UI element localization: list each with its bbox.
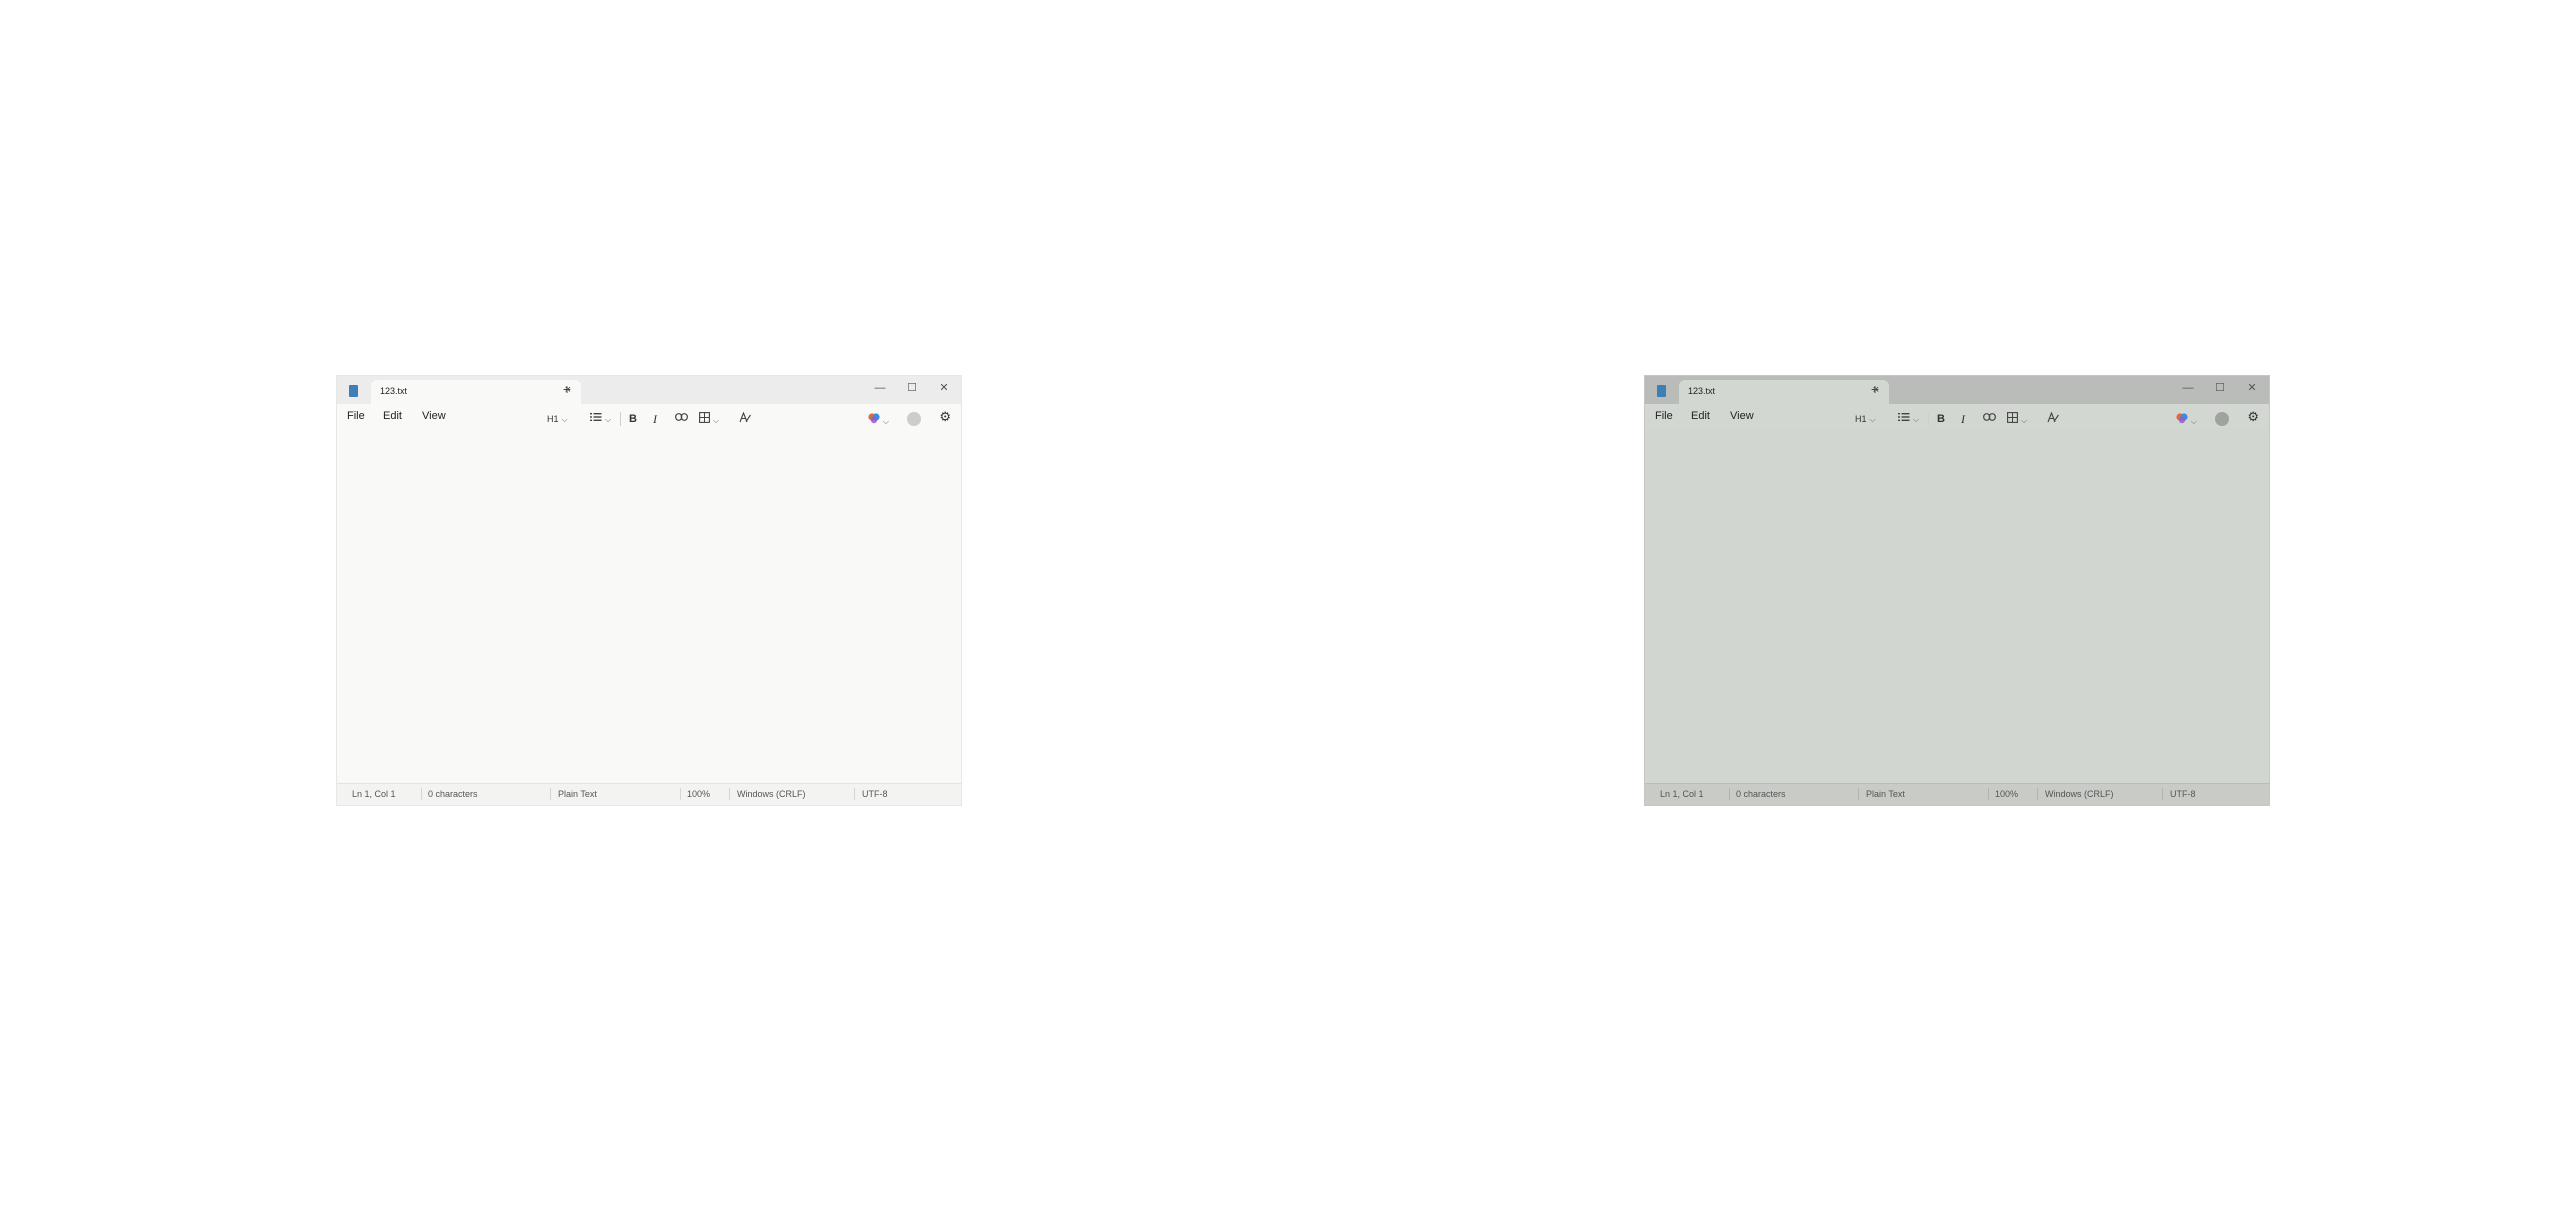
clear-formatting-icon [739, 411, 751, 423]
copilot-icon [868, 413, 880, 424]
menu-view[interactable]: View [1730, 410, 1754, 422]
status-divider [421, 788, 422, 800]
menu-file[interactable]: File [347, 410, 365, 422]
list-dropdown[interactable]: ⌵ [590, 412, 611, 426]
status-divider [854, 788, 855, 800]
status-divider [680, 788, 681, 800]
chevron-down-icon: ⌵ [605, 415, 612, 424]
minimize-button[interactable]: — [867, 379, 893, 397]
status-file-type: Plain Text [1866, 789, 1905, 799]
status-character-count: 0 characters [428, 789, 478, 799]
link-icon [1983, 413, 1996, 421]
menu-file[interactable]: File [1655, 410, 1673, 422]
new-tab-button[interactable]: + [1867, 381, 1883, 397]
heading-label: H1 [1855, 414, 1867, 424]
table-icon [699, 412, 710, 423]
status-cursor-position: Ln 1, Col 1 [352, 789, 396, 799]
chevron-down-icon: ⌵ [713, 416, 720, 425]
account-avatar[interactable] [907, 412, 921, 426]
heading-dropdown[interactable]: H1 ⌵ [547, 412, 568, 426]
status-divider [2162, 788, 2163, 800]
title-bar[interactable]: 123.txt × + — ☐ ✕ [1645, 376, 2269, 404]
status-line-ending[interactable]: Windows (CRLF) [737, 789, 806, 799]
chevron-down-icon: ⌵ [2021, 416, 2028, 425]
notepad-window-light: 123.txt × + — ☐ ✕ File Edit View H1 ⌵ ⌵ B… [336, 375, 962, 806]
tab-title: 123.txt [380, 386, 408, 396]
status-divider [729, 788, 730, 800]
maximize-button[interactable]: ☐ [899, 379, 925, 397]
status-zoom[interactable]: 100% [687, 789, 710, 799]
list-dropdown[interactable]: ⌵ [1898, 412, 1919, 426]
menu-bar: File Edit View H1 ⌵ ⌵ B I ⌵ ⌵ ⚙ [1645, 404, 2269, 428]
maximize-button[interactable]: ☐ [2207, 379, 2233, 397]
status-encoding[interactable]: UTF-8 [862, 789, 888, 799]
status-line-ending[interactable]: Windows (CRLF) [2045, 789, 2114, 799]
italic-button[interactable]: I [1961, 412, 1965, 426]
title-bar[interactable]: 123.txt × + — ☐ ✕ [337, 376, 961, 404]
chevron-down-icon: ⌵ [1869, 415, 1876, 424]
status-divider [1988, 788, 1989, 800]
clear-formatting-icon [2047, 411, 2059, 423]
status-bar: Ln 1, Col 1 0 characters Plain Text 100%… [337, 783, 961, 805]
tab-123-txt[interactable]: 123.txt × [1679, 380, 1889, 404]
tab-123-txt[interactable]: 123.txt × [371, 380, 581, 404]
settings-gear-icon[interactable]: ⚙ [939, 410, 951, 424]
italic-button[interactable]: I [653, 412, 657, 426]
table-icon [2007, 412, 2018, 423]
clear-formatting-button[interactable] [739, 411, 751, 426]
notepad-app-icon [349, 385, 358, 397]
new-tab-button[interactable]: + [559, 381, 575, 397]
menu-view[interactable]: View [422, 410, 446, 422]
chevron-down-icon: ⌵ [882, 417, 889, 426]
status-cursor-position: Ln 1, Col 1 [1660, 789, 1704, 799]
chevron-down-icon: ⌵ [561, 415, 568, 424]
status-bar: Ln 1, Col 1 0 characters Plain Text 100%… [1645, 783, 2269, 805]
table-dropdown[interactable]: ⌵ [699, 412, 719, 426]
chevron-down-icon: ⌵ [1913, 415, 1920, 424]
account-avatar[interactable] [2215, 412, 2229, 426]
settings-gear-icon[interactable]: ⚙ [2247, 410, 2259, 424]
minimize-button[interactable]: — [2175, 379, 2201, 397]
text-editor-area[interactable] [1645, 428, 2269, 786]
status-divider [1858, 788, 1859, 800]
text-editor-area[interactable] [337, 428, 961, 786]
menu-edit[interactable]: Edit [383, 410, 402, 422]
bold-button[interactable]: B [1937, 412, 1945, 426]
bold-button[interactable]: B [629, 412, 637, 426]
status-file-type: Plain Text [558, 789, 597, 799]
close-window-button[interactable]: ✕ [2239, 379, 2265, 397]
toolbar-divider [1928, 412, 1929, 426]
status-divider [2037, 788, 2038, 800]
link-icon [675, 413, 688, 421]
close-window-button[interactable]: ✕ [931, 379, 957, 397]
status-divider [1729, 788, 1730, 800]
copilot-icon [2176, 413, 2188, 424]
menu-bar: File Edit View H1 ⌵ ⌵ B I ⌵ ⌵ ⚙ [337, 404, 961, 428]
notepad-app-icon [1657, 385, 1666, 397]
copilot-dropdown[interactable]: ⌵ [2176, 412, 2197, 426]
status-divider [550, 788, 551, 800]
menu-edit[interactable]: Edit [1691, 410, 1710, 422]
list-icon [590, 413, 602, 421]
heading-label: H1 [547, 414, 559, 424]
table-dropdown[interactable]: ⌵ [2007, 412, 2027, 426]
link-button[interactable] [1983, 412, 1997, 426]
status-character-count: 0 characters [1736, 789, 1786, 799]
toolbar-divider [620, 412, 621, 426]
copilot-dropdown[interactable]: ⌵ [868, 412, 889, 426]
notepad-window-gray: 123.txt × + — ☐ ✕ File Edit View H1 ⌵ ⌵ B… [1644, 375, 2270, 806]
tab-title: 123.txt [1688, 386, 1716, 396]
status-zoom[interactable]: 100% [1995, 789, 2018, 799]
heading-dropdown[interactable]: H1 ⌵ [1855, 412, 1876, 426]
list-icon [1898, 413, 1910, 421]
clear-formatting-button[interactable] [2047, 411, 2059, 426]
link-button[interactable] [675, 412, 689, 426]
status-encoding[interactable]: UTF-8 [2170, 789, 2196, 799]
chevron-down-icon: ⌵ [2190, 417, 2197, 426]
